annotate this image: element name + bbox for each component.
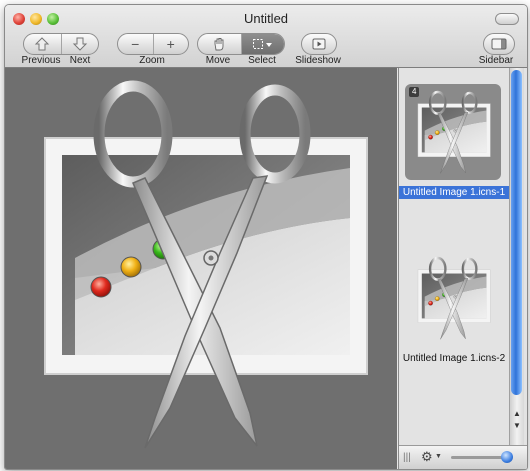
zoom-control: − + (117, 33, 189, 55)
select-tool-button[interactable] (240, 34, 284, 54)
thumbnail-list: 4 Untitled Image 1.icns-1 Untitled Image… (399, 68, 509, 445)
plus-icon: + (166, 36, 175, 52)
next-arrow-icon (72, 37, 87, 51)
image-view[interactable] (5, 68, 397, 469)
thumbnail-sidebar: 4 Untitled Image 1.icns-1 Untitled Image… (398, 68, 527, 469)
scrollbar-thumb[interactable] (511, 70, 522, 395)
preview-window: Untitled Previous Next − + Zoom Move Sel… (4, 4, 528, 470)
play-icon (312, 38, 326, 50)
thumbnail-label: Untitled Image 1.icns-1 (399, 186, 509, 199)
previous-arrow-icon (35, 37, 50, 51)
selection-icon (252, 39, 272, 49)
sidebar-resize-grip-icon[interactable]: ||| (403, 452, 411, 463)
next-button[interactable] (60, 34, 99, 54)
next-label: Next (69, 55, 91, 66)
sidebar-label: Sidebar (478, 55, 514, 66)
sidebar-scrollbar[interactable]: ▲ ▼ (509, 68, 524, 445)
slider-knob[interactable] (500, 451, 513, 463)
thumbnail-label: Untitled Image 1.icns-2 (402, 353, 506, 364)
minus-icon: − (131, 36, 140, 52)
previous-button[interactable] (24, 34, 61, 54)
tool-mode-control (197, 33, 285, 55)
scissors-image (5, 68, 397, 469)
scroll-up-arrow[interactable]: ▲ (510, 408, 524, 420)
zoom-out-button[interactable]: − (118, 34, 153, 54)
slideshow-icon-wrap (302, 34, 336, 54)
sidebar-icon-wrap (484, 34, 514, 54)
previous-next-control (23, 33, 99, 55)
window-title: Untitled (243, 11, 289, 26)
select-label: Select (248, 55, 276, 66)
sidebar-bottom-bar: ||| ⚙ ▼ (399, 445, 527, 469)
slideshow-label: Slideshow (295, 55, 341, 66)
previous-label: Previous (21, 55, 61, 66)
move-label: Move (205, 55, 231, 66)
chevron-down-icon: ▼ (435, 453, 442, 460)
sidebar-toggle-button[interactable] (483, 33, 515, 55)
image-count-badge: 4 (409, 87, 420, 97)
thumbnail-image (416, 90, 492, 175)
thumbnail-image (416, 256, 492, 341)
slideshow-button[interactable] (301, 33, 337, 55)
gear-icon[interactable]: ⚙ (421, 449, 433, 465)
scroll-down-arrow[interactable]: ▼ (510, 420, 524, 432)
sidebar-icon (491, 38, 507, 50)
toolbar-toggle-button[interactable] (495, 13, 519, 25)
titlebar-toolbar: Untitled Previous Next − + Zoom Move Sel… (5, 5, 527, 68)
hand-icon (214, 38, 224, 51)
move-tool-button[interactable] (198, 34, 241, 54)
zoom-in-button[interactable]: + (152, 34, 189, 54)
zoom-label: Zoom (139, 55, 165, 66)
